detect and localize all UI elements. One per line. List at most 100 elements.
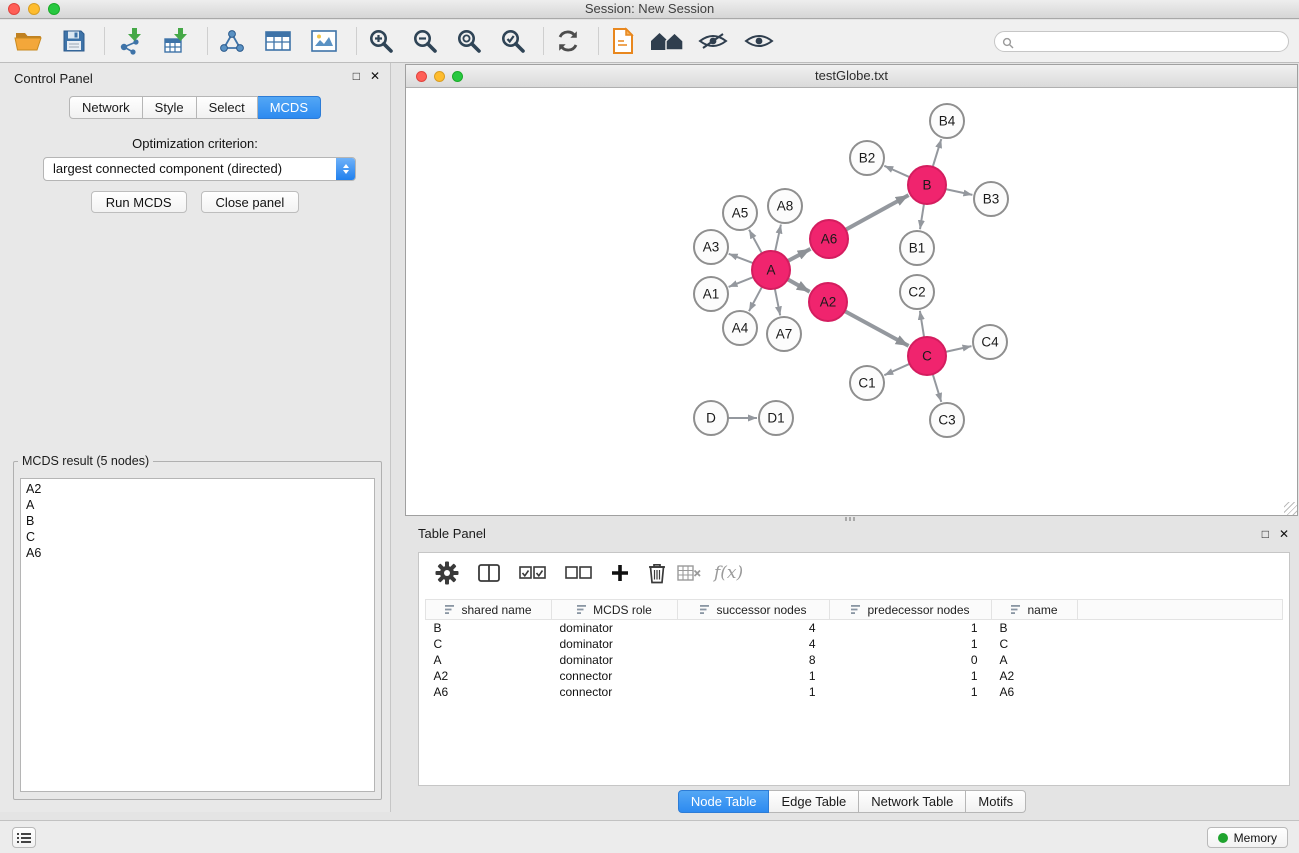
graph-node-C1[interactable]: C1 (850, 366, 884, 400)
graph-edge-A-A4[interactable] (749, 287, 762, 311)
column-header-predecessor-nodes[interactable]: predecessor nodes (830, 600, 992, 620)
graph-edge-B-B2[interactable] (884, 166, 909, 177)
table-cell[interactable]: 0 (830, 652, 992, 668)
graph-node-A4[interactable]: A4 (723, 311, 757, 345)
hide-panel-button[interactable] (695, 22, 731, 60)
graph-node-A[interactable]: A (752, 251, 790, 289)
graph-node-A8[interactable]: A8 (768, 189, 802, 223)
mcds-result-item[interactable]: A2 (26, 481, 369, 497)
table-settings-button[interactable] (435, 561, 459, 585)
close-panel-button[interactable]: Close panel (201, 191, 300, 213)
memory-button[interactable]: Memory (1207, 827, 1288, 848)
tab-network[interactable]: Network (69, 96, 143, 119)
graph-node-A6[interactable]: A6 (810, 220, 848, 258)
graph-node-D[interactable]: D (694, 401, 728, 435)
table-cell[interactable]: dominator (552, 636, 678, 652)
table-cell[interactable]: 4 (678, 620, 830, 636)
graph-node-A3[interactable]: A3 (694, 230, 728, 264)
tab-style[interactable]: Style (143, 96, 197, 119)
graph-edge-A-A7[interactable] (775, 289, 780, 316)
select-all-columns-button[interactable] (519, 566, 546, 580)
show-panel-button[interactable] (741, 22, 777, 60)
table-row-A2[interactable]: A2connector11A2 (426, 668, 1283, 684)
tab-edge-table[interactable]: Edge Table (769, 790, 859, 813)
column-header-name[interactable]: name (992, 600, 1078, 620)
minimize-window-button[interactable] (28, 3, 40, 15)
graph-node-A7[interactable]: A7 (767, 317, 801, 351)
table-row-A6[interactable]: A6connector11A6 (426, 684, 1283, 700)
table-cell[interactable]: C (426, 636, 552, 652)
add-column-button[interactable] (611, 564, 629, 582)
home-button[interactable] (649, 22, 685, 60)
graph-node-B2[interactable]: B2 (850, 141, 884, 175)
table-cell[interactable]: B (426, 620, 552, 636)
minimize-network-window-button[interactable] (434, 71, 445, 82)
graph-node-A5[interactable]: A5 (723, 196, 757, 230)
graph-node-B3[interactable]: B3 (974, 182, 1008, 216)
column-header-shared-name[interactable]: shared name (426, 600, 552, 620)
run-mcds-button[interactable]: Run MCDS (91, 191, 187, 213)
new-table-button[interactable] (260, 22, 296, 60)
zoom-out-button[interactable] (407, 22, 443, 60)
table-cell[interactable]: dominator (552, 620, 678, 636)
zoom-window-button[interactable] (48, 3, 60, 15)
zoom-selected-button[interactable] (495, 22, 531, 60)
close-network-window-button[interactable] (416, 71, 427, 82)
graph-node-C3[interactable]: C3 (930, 403, 964, 437)
table-cell[interactable]: 1 (678, 684, 830, 700)
mcds-result-item[interactable]: A6 (26, 545, 369, 561)
table-row-C[interactable]: Cdominator41C (426, 636, 1283, 652)
table-cell[interactable]: A (426, 652, 552, 668)
graph-edge-B-B3[interactable] (946, 189, 973, 195)
open-session-button[interactable] (10, 22, 46, 60)
graph-node-C2[interactable]: C2 (900, 275, 934, 309)
show-columns-button[interactable] (478, 564, 500, 582)
zoom-network-window-button[interactable] (452, 71, 463, 82)
tab-motifs[interactable]: Motifs (966, 790, 1026, 813)
table-cell[interactable]: dominator (552, 652, 678, 668)
table-cell[interactable]: 1 (678, 668, 830, 684)
graph-edge-C-C3[interactable] (933, 374, 942, 402)
table-cell[interactable]: A2 (426, 668, 552, 684)
table-cell[interactable]: 1 (830, 684, 992, 700)
graph-edge-A-A6[interactable] (788, 249, 811, 261)
graph-node-B[interactable]: B (908, 166, 946, 204)
graph-node-B1[interactable]: B1 (900, 231, 934, 265)
float-panel-icon[interactable]: □ (353, 69, 360, 83)
tab-select[interactable]: Select (197, 96, 258, 119)
network-canvas[interactable]: B4B2BB3A5A8A6B1A3AC2A1A2A4A7C4CC1C3DD1 (406, 88, 1297, 515)
import-table-button[interactable] (159, 22, 195, 60)
column-header-MCDS-role[interactable]: MCDS role (552, 600, 678, 620)
close-panel-icon[interactable]: ✕ (370, 69, 380, 83)
save-session-button[interactable] (56, 22, 92, 60)
refresh-button[interactable] (550, 22, 586, 60)
new-network-button[interactable] (214, 22, 250, 60)
table-cell[interactable]: A (992, 652, 1078, 668)
open-file-button[interactable] (605, 22, 641, 60)
table-cell[interactable]: 4 (678, 636, 830, 652)
table-cell[interactable]: 8 (678, 652, 830, 668)
function-builder-button[interactable]: f(x) (714, 563, 743, 583)
close-window-button[interactable] (8, 3, 20, 15)
search-input[interactable] (994, 31, 1289, 52)
delete-column-button[interactable] (648, 562, 666, 584)
table-row-A[interactable]: Adominator80A (426, 652, 1283, 668)
mcds-result-item[interactable]: A (26, 497, 369, 513)
graph-edge-A-A1[interactable] (729, 277, 754, 287)
graph-edge-C-C1[interactable] (884, 364, 909, 375)
graph-node-A1[interactable]: A1 (694, 277, 728, 311)
table-cell[interactable]: B (992, 620, 1078, 636)
graph-edge-A-A2[interactable] (788, 279, 810, 291)
table-row-B[interactable]: Bdominator41B (426, 620, 1283, 636)
mcds-result-item[interactable]: B (26, 513, 369, 529)
window-resize-grip[interactable] (1284, 502, 1297, 515)
table-cell[interactable]: C (992, 636, 1078, 652)
zoom-fit-button[interactable] (451, 22, 487, 60)
graph-edge-A-A5[interactable] (749, 230, 762, 254)
optimization-dropdown[interactable]: largest connected component (directed) (43, 157, 356, 181)
unselect-all-columns-button[interactable] (565, 566, 592, 580)
mcds-result-list[interactable]: A2ABCA6 (20, 478, 375, 792)
table-cell[interactable]: A2 (992, 668, 1078, 684)
graph-edge-B-B1[interactable] (920, 204, 924, 229)
table-cell[interactable]: 1 (830, 668, 992, 684)
